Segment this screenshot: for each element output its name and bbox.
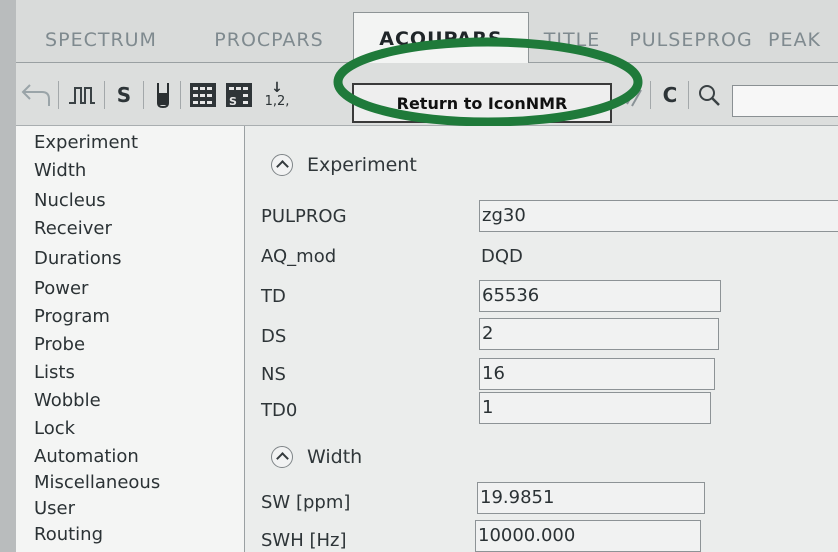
td0-field[interactable]: 1 xyxy=(479,392,711,424)
td-field[interactable]: 65536 xyxy=(479,280,721,312)
app-window: SPECTRUM PROCPARS ACQUPARS TITLE PULSEPR… xyxy=(16,0,838,552)
nav-item-nucleus[interactable]: Nucleus xyxy=(34,190,106,211)
nav-item-width[interactable]: Width xyxy=(34,160,86,181)
parameter-panel: Experiment PULPROG zg30 AQ_mod DQD TD 65… xyxy=(245,126,838,552)
section-title: Experiment xyxy=(307,154,417,176)
nav-item-durations[interactable]: Durations xyxy=(34,248,122,269)
nav-item-lists[interactable]: Lists xyxy=(34,362,75,383)
nav-item-user[interactable]: User xyxy=(34,498,75,519)
param-label-sw: SW [ppm] xyxy=(261,492,351,513)
section-experiment: Experiment xyxy=(271,154,417,176)
pulse-program-icon[interactable] xyxy=(64,77,100,113)
tab-acqupars[interactable]: ACQUPARS xyxy=(353,12,529,64)
section-title: Width xyxy=(307,446,363,468)
ns-field[interactable]: 16 xyxy=(479,358,715,390)
section-width: Width xyxy=(271,446,362,468)
nav-item-lock[interactable]: Lock xyxy=(34,418,75,439)
return-to-iconnmr-button[interactable]: Return to IconNMR xyxy=(352,83,612,123)
nav-item-automation[interactable]: Automation xyxy=(34,446,139,467)
param-label-swh: SWH [Hz] xyxy=(261,530,347,551)
probe-tube-icon[interactable] xyxy=(149,77,177,113)
swh-field[interactable]: 10000.000 xyxy=(475,520,701,552)
param-label-td: TD xyxy=(261,286,286,307)
ds-field[interactable]: 2 xyxy=(479,318,719,350)
aq-mod-value: DQD xyxy=(481,246,523,267)
c-button[interactable]: C xyxy=(656,77,684,113)
down-arrow-icon: ↓ xyxy=(271,80,283,96)
param-label-pulprog: PULPROG xyxy=(261,206,347,227)
toolbar: S S ↓ 1,2, Return to IconNMR C xyxy=(16,63,838,126)
nav-item-miscellaneous[interactable]: Miscellaneous xyxy=(34,472,160,493)
collapse-chevron-icon[interactable] xyxy=(271,154,293,176)
double-chevron-icon[interactable] xyxy=(620,77,646,113)
param-label-aq-mod: AQ_mod xyxy=(261,246,337,267)
param-label-ns: NS xyxy=(261,364,286,385)
tab-peak[interactable]: PEAK xyxy=(768,18,838,62)
pulprog-field[interactable]: zg30 xyxy=(479,200,838,232)
param-label-ds: DS xyxy=(261,326,287,347)
sort-button[interactable]: ↓ 1,2, xyxy=(260,77,294,113)
tab-procpars[interactable]: PROCPARS xyxy=(184,18,354,62)
nav-item-wobble[interactable]: Wobble xyxy=(34,390,101,411)
sort-label: 1,2, xyxy=(264,94,290,109)
collapse-chevron-icon[interactable] xyxy=(271,446,293,468)
nav-item-probe[interactable]: Probe xyxy=(34,334,85,355)
parameter-nav: Experiment Width Nucleus Receiver Durati… xyxy=(16,126,245,552)
tab-pulseprog[interactable]: PULSEPROG xyxy=(616,18,766,62)
tab-spectrum[interactable]: SPECTRUM xyxy=(26,18,176,62)
param-label-td0: TD0 xyxy=(261,400,298,421)
search-input[interactable] xyxy=(732,85,838,117)
nav-item-program[interactable]: Program xyxy=(34,306,110,327)
tab-title[interactable]: TITLE xyxy=(532,18,612,62)
sw-field[interactable]: 19.9851 xyxy=(477,482,705,514)
grid-s-icon[interactable]: S xyxy=(222,77,256,113)
svg-text:S: S xyxy=(229,95,237,108)
nav-item-routing[interactable]: Routing xyxy=(34,524,103,545)
tab-bar: SPECTRUM PROCPARS ACQUPARS TITLE PULSEPR… xyxy=(16,0,838,64)
grid-table-icon[interactable] xyxy=(186,77,220,113)
undo-arrow-icon[interactable] xyxy=(18,77,54,113)
nav-item-receiver[interactable]: Receiver xyxy=(34,218,112,239)
nav-item-power[interactable]: Power xyxy=(34,278,88,299)
nav-item-experiment[interactable]: Experiment xyxy=(34,132,138,153)
search-icon[interactable] xyxy=(694,77,724,113)
s-button[interactable]: S xyxy=(109,77,139,113)
